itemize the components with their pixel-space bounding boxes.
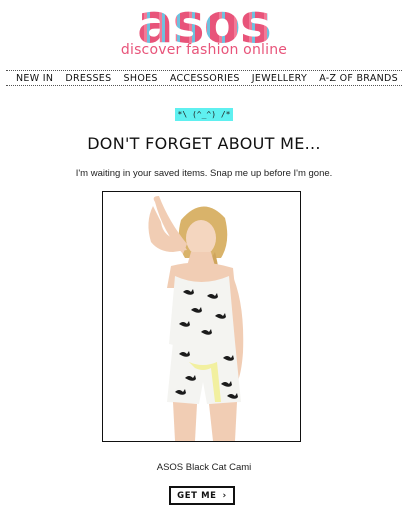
nav-item-shoes[interactable]: SHOES [124, 73, 158, 84]
nav-item-jewellery[interactable]: JEWELLERY [252, 73, 307, 84]
logo-tagline: discover fashion online [120, 42, 288, 58]
chevron-right-icon: › [222, 490, 227, 501]
product-name[interactable]: ASOS Black Cat Cami [0, 462, 408, 473]
nav-item-accessories[interactable]: ACCESSORIES [170, 73, 240, 84]
product-photo-illustration [103, 192, 300, 441]
product-image[interactable] [102, 191, 301, 442]
email-headline: DON'T FORGET ABOUT ME... [87, 134, 321, 153]
get-me-button[interactable]: GET ME › [169, 486, 235, 505]
get-me-button-label: GET ME [177, 490, 217, 501]
category-nav: NEW IN DRESSES SHOES ACCESSORIES JEWELLE… [6, 70, 402, 86]
nav-item-a-z-of-brands[interactable]: A-Z OF BRANDS [319, 73, 402, 84]
nav-item-dresses[interactable]: DRESSES [65, 73, 111, 84]
asos-logo[interactable]: asos discover fashion online [0, 0, 408, 68]
email-subtext: I'm waiting in your saved items. Snap me… [75, 168, 333, 179]
emoticon-badge: *\ (^_^) /* [175, 108, 233, 121]
nav-item-new-in[interactable]: NEW IN [6, 73, 53, 84]
